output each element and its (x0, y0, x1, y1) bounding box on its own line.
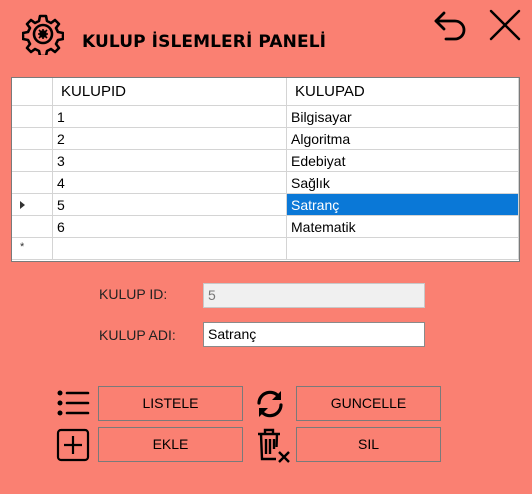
new-row-cell[interactable] (287, 238, 519, 260)
column-header-kulupid[interactable]: KULUPID (53, 78, 287, 106)
row-header[interactable] (12, 172, 53, 194)
row-header[interactable] (12, 128, 53, 150)
row-header[interactable] (12, 106, 53, 128)
sil-button[interactable]: SIL (296, 427, 441, 462)
list-icon (56, 388, 90, 418)
app-gear-icon (22, 13, 64, 55)
clubs-data-grid[interactable]: KULUPID KULUPAD 1 Bilgisayar 2 Algoritma 3 Ed… (11, 77, 520, 262)
cell-kulupad[interactable]: Satranç (287, 194, 519, 216)
cell-kulupid[interactable]: 4 (53, 172, 287, 194)
ekle-button[interactable]: EKLE (98, 427, 243, 462)
cell-kulupid[interactable]: 3 (53, 150, 287, 172)
new-row-marker: * (20, 241, 25, 253)
row-header[interactable] (12, 150, 53, 172)
column-header-kulupad[interactable]: KULUPAD (287, 78, 519, 106)
kulup-adi-field[interactable]: Satranç (203, 322, 425, 347)
grid-corner[interactable] (12, 78, 53, 106)
cell-kulupid[interactable]: 1 (53, 106, 287, 128)
cell-kulupad[interactable]: Edebiyat (287, 150, 519, 172)
trash-x-icon (254, 427, 292, 465)
kulup-adi-label: KULUP ADI: (99, 327, 176, 343)
new-row-cell[interactable] (53, 238, 287, 260)
cell-kulupad[interactable]: Matematik (287, 216, 519, 238)
close-icon[interactable] (488, 8, 522, 42)
new-row-header[interactable]: * (12, 238, 53, 260)
kulup-id-field: 5 (203, 283, 425, 308)
undo-icon[interactable] (433, 9, 469, 41)
cell-kulupid[interactable]: 5 (53, 194, 287, 216)
listele-button[interactable]: LISTELE (98, 386, 243, 421)
cell-kulupad[interactable]: Bilgisayar (287, 106, 519, 128)
guncelle-button[interactable]: GUNCELLE (296, 386, 441, 421)
cell-kulupad[interactable]: Algoritma (287, 128, 519, 150)
row-header[interactable] (12, 194, 53, 216)
cell-kulupid[interactable]: 6 (53, 216, 287, 238)
cell-kulupad[interactable]: Sağlık (287, 172, 519, 194)
refresh-icon (254, 388, 286, 420)
page-title: KULUP İSLEMLERİ PANELİ (82, 32, 327, 52)
cell-kulupid[interactable]: 2 (53, 128, 287, 150)
add-box-icon (56, 428, 90, 462)
row-header[interactable] (12, 216, 53, 238)
current-row-arrow-icon (20, 201, 25, 209)
kulup-id-label: KULUP ID: (99, 286, 168, 302)
